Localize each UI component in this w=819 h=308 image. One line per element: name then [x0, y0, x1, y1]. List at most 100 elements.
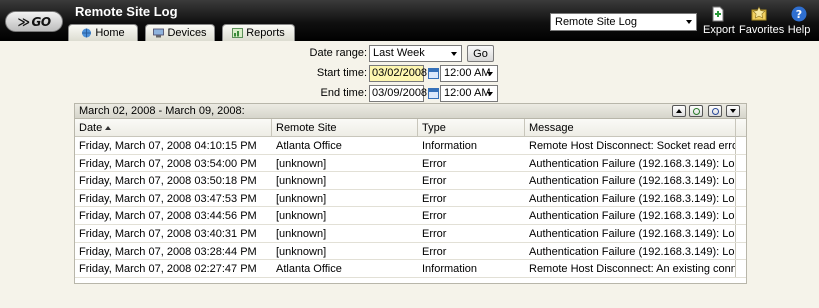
zoom-out-button[interactable] — [708, 105, 722, 117]
help-button[interactable]: ? Help — [785, 6, 813, 36]
cell-remote-site: Atlanta Office — [276, 263, 342, 276]
chevron-down-icon — [451, 52, 457, 56]
favorites-button[interactable]: Favorites — [739, 6, 784, 36]
cell-date: Friday, March 07, 2008 03:44:56 PM — [79, 210, 257, 223]
log-grid: March 02, 2008 - March 09, 2008: Date Re… — [74, 103, 747, 284]
cell-message: Authentication Failure (192.168.3.149): … — [525, 242, 736, 260]
cell-date: Friday, March 07, 2008 03:50:18 PM — [79, 175, 257, 188]
calendar-icon[interactable] — [428, 68, 439, 79]
column-header-date[interactable]: Date — [75, 119, 272, 136]
cell-type: Error — [422, 245, 447, 258]
cell-date: Friday, March 07, 2008 03:47:53 PM — [79, 192, 257, 205]
devices-icon — [153, 28, 165, 38]
cell-date: Friday, March 07, 2008 03:28:44 PM — [79, 245, 257, 258]
help-icon: ? — [791, 6, 807, 22]
cell-remote-site: [unknown] — [276, 227, 327, 240]
cell-message: Authentication Failure (192.168.3.149): … — [525, 154, 736, 172]
cell-remote-site: [unknown] — [276, 245, 327, 258]
chevron-down-icon — [730, 109, 736, 113]
favorites-icon — [751, 6, 767, 21]
sort-ascending-icon — [105, 126, 112, 130]
date-range-title: March 02, 2008 - March 09, 2008: — [79, 105, 245, 117]
cell-date: Friday, March 07, 2008 03:54:00 PM — [79, 157, 257, 170]
cell-message: Authentication Failure (192.168.3.149): … — [525, 172, 736, 189]
tab-reports[interactable]: Reports — [222, 24, 295, 41]
chevron-down-icon — [686, 20, 692, 24]
chevron-icon: ≫ — [17, 14, 30, 29]
table-row[interactable]: Friday, March 07, 2008 03:28:44 PM [unkno… — [75, 242, 746, 261]
cell-date: Friday, March 07, 2008 02:27:47 PM — [79, 263, 257, 276]
start-date-input[interactable]: 03/02/2008 — [369, 65, 427, 82]
cell-remote-site: [unknown] — [276, 175, 327, 188]
cell-message: Authentication Failure (192.168.3.149): … — [525, 189, 736, 207]
table-row[interactable]: Friday, March 07, 2008 03:50:18 PM [unkno… — [75, 172, 746, 190]
column-header-message[interactable]: Message — [525, 119, 736, 136]
cell-remote-site: [unknown] — [276, 210, 327, 223]
favorites-label: Favorites — [739, 24, 785, 36]
export-button[interactable]: Export — [703, 6, 735, 36]
zoom-in-button[interactable] — [689, 105, 703, 117]
date-range-value: Last Week — [373, 47, 425, 59]
home-icon — [82, 28, 92, 38]
cell-type: Error — [422, 157, 447, 170]
end-time-select[interactable]: 12:00 AM — [440, 85, 498, 102]
cell-type: Information — [422, 263, 478, 276]
end-time-value: 12:00 AM — [444, 87, 491, 99]
tab-label: Reports — [246, 27, 285, 39]
start-time-label: Start time: — [316, 67, 367, 79]
collapse-button[interactable] — [672, 105, 686, 117]
table-row[interactable]: Friday, March 07, 2008 03:54:00 PM [unkno… — [75, 154, 746, 173]
tab-devices[interactable]: Devices — [145, 24, 215, 41]
end-time-label: End time: — [320, 87, 367, 99]
cell-date: Friday, March 07, 2008 04:10:15 PM — [79, 140, 257, 152]
date-range-label: Date range: — [309, 47, 367, 59]
end-date-input[interactable]: 03/09/2008 — [369, 85, 427, 102]
zoom-out-icon — [711, 107, 719, 115]
chevron-down-icon — [487, 92, 493, 96]
grid-title-bar: March 02, 2008 - March 09, 2008: — [75, 104, 746, 119]
cell-date: Friday, March 07, 2008 03:40:31 PM — [79, 227, 257, 240]
expand-button[interactable] — [726, 105, 740, 117]
cell-remote-site: Atlanta Office — [276, 140, 342, 152]
svg-text:?: ? — [796, 8, 802, 21]
cell-message: Authentication Failure (192.168.3.149): … — [525, 224, 736, 242]
column-headers: Date Remote Site Type Message — [75, 119, 746, 137]
column-header-type[interactable]: Type — [418, 119, 525, 136]
start-time-value: 12:00 AM — [444, 67, 491, 79]
chevron-down-icon — [487, 72, 493, 76]
cell-type: Error — [422, 227, 447, 240]
tab-label: Home — [95, 27, 125, 39]
table-row[interactable]: Friday, March 07, 2008 02:27:47 PM Atlant… — [75, 260, 746, 278]
cell-message: Remote Host Disconnect: An existing conn… — [525, 260, 736, 277]
tab-label: Devices — [167, 27, 207, 39]
table-row[interactable]: Friday, March 07, 2008 03:44:56 PM [unkno… — [75, 207, 746, 225]
go-button[interactable]: Go — [467, 45, 494, 62]
zoom-in-icon — [692, 107, 700, 115]
cell-type: Error — [422, 210, 447, 223]
column-header-remote-site[interactable]: Remote Site — [272, 119, 418, 136]
page-title: Remote Site Log — [75, 4, 178, 19]
cell-message: Remote Host Disconnect: Socket read erro… — [525, 137, 736, 154]
grid-body: Friday, March 07, 2008 04:10:15 PM Atlant… — [75, 137, 746, 278]
report-select-value: Remote Site Log — [555, 16, 637, 28]
column-label: Date — [79, 122, 103, 134]
start-time-select[interactable]: 12:00 AM — [440, 65, 498, 82]
go-menu-label: GO — [31, 14, 52, 29]
top-bar: ≫ GO Remote Site Log Home Devices Report… — [0, 0, 819, 41]
date-range-select[interactable]: Last Week — [369, 45, 462, 62]
cell-remote-site: [unknown] — [276, 157, 327, 170]
reports-icon — [232, 28, 244, 38]
help-label: Help — [787, 24, 811, 36]
cell-type: Error — [422, 192, 447, 205]
cell-remote-site: [unknown] — [276, 192, 327, 205]
report-select[interactable]: Remote Site Log — [550, 13, 697, 31]
calendar-icon[interactable] — [428, 88, 439, 99]
table-row[interactable]: Friday, March 07, 2008 04:10:15 PM Atlant… — [75, 137, 746, 155]
export-icon — [712, 6, 724, 22]
tab-home[interactable]: Home — [68, 24, 138, 41]
export-label: Export — [703, 24, 735, 36]
cell-message: Authentication Failure (192.168.3.149): … — [525, 207, 736, 224]
table-row[interactable]: Friday, March 07, 2008 03:40:31 PM [unkno… — [75, 224, 746, 243]
go-menu-button[interactable]: ≫ GO — [5, 11, 63, 32]
table-row[interactable]: Friday, March 07, 2008 03:47:53 PM [unkno… — [75, 189, 746, 208]
